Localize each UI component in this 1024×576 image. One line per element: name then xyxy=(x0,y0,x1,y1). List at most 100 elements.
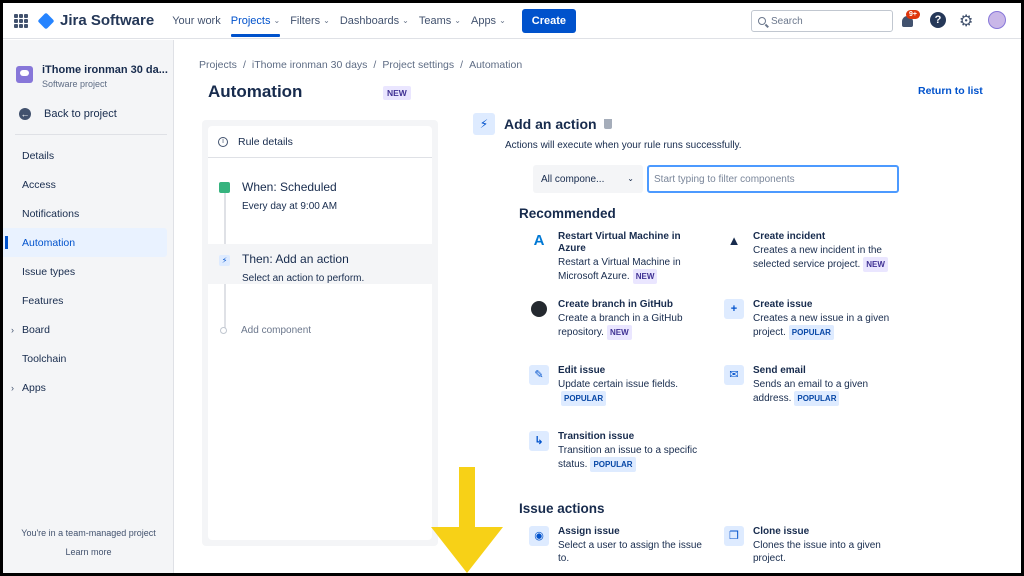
page-title: Automation xyxy=(208,82,303,101)
rule-panel: i Rule details When: Scheduled Every day… xyxy=(202,120,438,546)
action-step[interactable]: ⚡ Then: Add an action Select an action t… xyxy=(208,244,432,284)
nav-item-label: Filters xyxy=(290,14,321,27)
sidebar-item-access[interactable]: Access xyxy=(3,170,173,199)
action-step-subtitle: Select an action to perform. xyxy=(242,273,365,284)
action-card[interactable]: ✉ Send email Sends an email to a given add… xyxy=(724,365,904,406)
action-card-description: Sends an email to a given address. POPULA… xyxy=(753,378,904,406)
rule-details-item[interactable]: i Rule details xyxy=(208,126,432,158)
project-icon xyxy=(16,66,33,83)
action-card[interactable]: ↳ Transition issue Transition an issue to … xyxy=(529,431,709,472)
action-card-body: Send email Sends an email to a given addr… xyxy=(753,365,904,406)
action-card[interactable]: A Restart Virtual Machine in Azure Restart… xyxy=(529,231,709,284)
trash-icon[interactable] xyxy=(603,119,612,129)
notifications-button[interactable]: 9+ xyxy=(901,10,920,30)
action-card[interactable]: ▲ Create incident Creates a new incident i… xyxy=(724,231,904,272)
action-card-description-text: Select a user to assign the issue to. xyxy=(558,540,702,564)
trigger-title: When: Scheduled xyxy=(242,180,337,194)
action-card-body: Restart Virtual Machine in Azure Restart … xyxy=(558,231,709,284)
action-card-description: Transition an issue to a specific status… xyxy=(558,444,709,472)
azure-icon: A xyxy=(529,231,549,251)
action-card-body: Edit issue Update certain issue fields.PO… xyxy=(558,365,709,406)
issue-actions-heading: Issue actions xyxy=(519,501,605,516)
action-card-title: Create incident xyxy=(753,231,826,242)
action-card-title: Assign issue xyxy=(558,526,620,537)
action-card[interactable]: Create branch in GitHub Create a branch i… xyxy=(529,299,709,340)
back-label: Back to project xyxy=(44,108,117,120)
breadcrumb-item[interactable]: iThome ironman 30 days xyxy=(252,59,368,71)
action-card-body: Create incident Creates a new incident in… xyxy=(753,231,904,272)
learn-more-link[interactable]: Learn more xyxy=(3,547,174,557)
breadcrumb-item[interactable]: Project settings xyxy=(382,59,454,71)
sidebar-item-label: Automation xyxy=(22,236,76,249)
sidebar-item-toolchain[interactable]: Toolchain xyxy=(3,344,173,373)
notification-badge: 9+ xyxy=(906,10,920,19)
add-component-button[interactable]: Add component xyxy=(220,325,311,336)
create-button[interactable]: Create xyxy=(521,8,577,33)
status-lozenge: NEW xyxy=(863,257,888,272)
calendar-icon xyxy=(219,182,230,193)
sidebar-item-label: Features xyxy=(22,294,64,307)
action-card-body: Assign issue Select a user to assign the … xyxy=(558,526,709,565)
circle-icon xyxy=(220,327,227,334)
action-header: ⚡ Add an action xyxy=(473,113,612,135)
nav-item-label: Apps xyxy=(470,14,497,27)
sidebar-item-notifications[interactable]: Notifications xyxy=(3,199,173,228)
sidebar-footer: You're in a team-managed project Learn m… xyxy=(3,528,174,557)
nav-item-your-work[interactable]: Your work xyxy=(172,3,221,39)
sidebar-item-automation[interactable]: Automation xyxy=(3,228,167,257)
action-card-description: Restart a Virtual Machine in Microsoft A… xyxy=(558,256,709,284)
action-card-title: Create branch in GitHub xyxy=(558,299,674,310)
app-switcher-icon[interactable] xyxy=(14,13,28,28)
sidebar-item-features[interactable]: Features xyxy=(3,286,173,315)
search-input[interactable]: Search xyxy=(751,10,893,32)
user-avatar[interactable] xyxy=(988,11,1006,29)
nav-item-dashboards[interactable]: Dashboards ⌄ xyxy=(340,3,409,39)
action-card-description-text: Update certain issue fields. xyxy=(558,379,679,390)
action-card[interactable]: ✎ Edit issue Update certain issue fields.P… xyxy=(529,365,709,406)
product-name: Jira Software xyxy=(60,12,155,29)
chevron-down-icon: ⌄ xyxy=(273,16,281,25)
nav-item-teams[interactable]: Teams ⌄ xyxy=(419,3,461,39)
action-step-title: Then: Add an action xyxy=(242,252,349,266)
settings-gear-icon[interactable]: ⚙ xyxy=(959,11,973,31)
action-title: Add an action xyxy=(504,116,597,132)
status-lozenge: POPULAR xyxy=(788,325,834,340)
chevron-down-icon: ⌄ xyxy=(454,16,461,25)
sidebar-item-details[interactable]: Details xyxy=(3,141,173,170)
help-icon[interactable]: ? xyxy=(930,12,946,28)
component-type-select[interactable]: All compone... ⌄ xyxy=(533,165,643,193)
nav-item-apps[interactable]: Apps ⌄ xyxy=(471,3,506,39)
sidebar-item-label: Board xyxy=(22,323,51,336)
chevron-right-icon: › xyxy=(11,324,14,335)
sidebar-item-board[interactable]: › Board xyxy=(3,315,173,344)
nav-item-label: Your work xyxy=(172,14,221,27)
sidebar-item-apps[interactable]: › Apps xyxy=(3,373,173,402)
action-card-description: Update certain issue fields.POPULAR xyxy=(558,378,709,406)
sidebar-item-label: Apps xyxy=(22,381,46,394)
action-card[interactable]: + Create issue Creates a new issue in a gi… xyxy=(724,299,904,340)
action-card-description: Clones the issue into a given project. xyxy=(753,539,904,565)
arrow-head xyxy=(431,527,503,573)
chevron-down-icon: ⌄ xyxy=(499,16,506,25)
sidebar-item-issue-types[interactable]: Issue types xyxy=(3,257,173,286)
nav-item-projects[interactable]: Projects ⌄ xyxy=(230,3,281,39)
jira-logo[interactable]: Jira Software xyxy=(37,12,155,29)
back-to-project-link[interactable]: ← Back to project xyxy=(3,108,173,120)
sidebar-item-label: Access xyxy=(22,178,56,191)
breadcrumb-item[interactable]: Automation xyxy=(469,59,522,71)
action-card-title: Transition issue xyxy=(558,431,635,442)
action-card-description: Select a user to assign the issue to. xyxy=(558,539,709,565)
action-card[interactable]: ❐ Clone issue Clones the issue into a give… xyxy=(724,526,904,565)
action-card[interactable]: ◉ Assign issue Select a user to assign the… xyxy=(529,526,709,565)
action-card-title: Send email xyxy=(753,365,806,376)
trigger-step[interactable]: When: Scheduled Every day at 9:00 AM xyxy=(208,180,432,212)
return-to-list-link[interactable]: Return to list xyxy=(918,85,983,97)
filter-components-input[interactable]: Start typing to filter components xyxy=(647,165,899,193)
status-lozenge: NEW xyxy=(606,325,632,340)
lightning-icon: ⚡ xyxy=(219,255,230,266)
project-header[interactable]: iThome ironman 30 da... Software project xyxy=(3,40,173,89)
new-lozenge: NEW xyxy=(383,86,411,100)
sidebar-item-label: Toolchain xyxy=(22,352,67,365)
breadcrumb-item[interactable]: Projects xyxy=(199,59,237,71)
nav-item-filters[interactable]: Filters ⌄ xyxy=(290,3,330,39)
